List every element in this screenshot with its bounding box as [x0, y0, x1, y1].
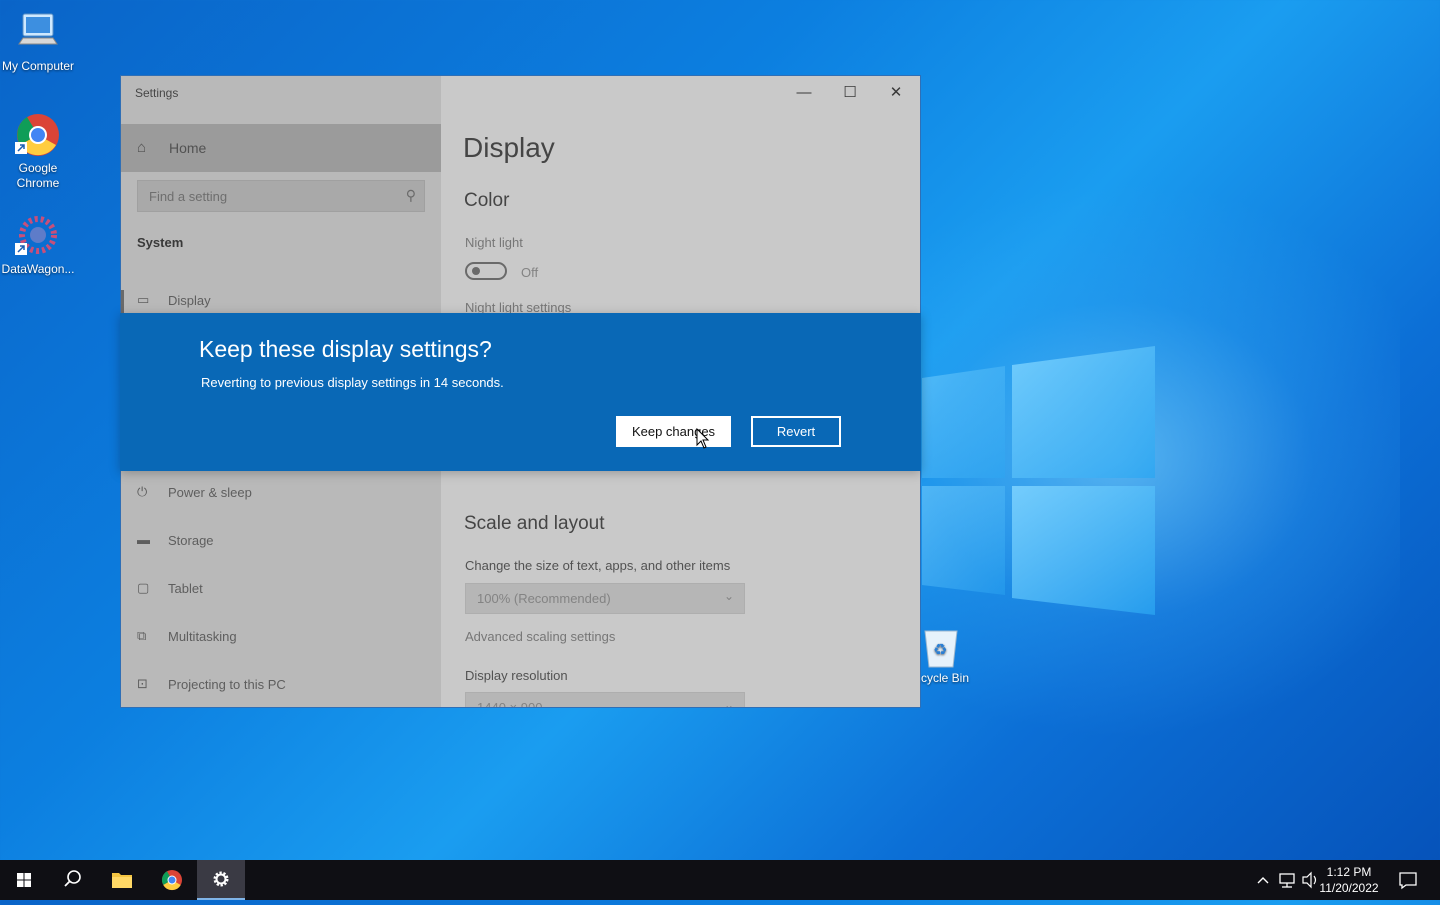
desktop-icon-recycle-bin[interactable]: ♻ cycle Bin — [921, 625, 981, 685]
taskbar-clock[interactable]: 1:12 PM 11/20/2022 — [1314, 864, 1384, 896]
scale-value: 100% (Recommended) — [477, 591, 611, 606]
sidebar-item-tablet[interactable]: ▢ Tablet — [121, 570, 441, 610]
sidebar-section-system: System — [137, 235, 184, 250]
chevron-up-icon — [1257, 877, 1269, 884]
window-title: Settings — [135, 86, 179, 100]
desktop-icon-datawagon[interactable]: DataWagon... — [0, 213, 76, 277]
sidebar-item-label: Storage — [168, 533, 214, 548]
desktop-icon-label: DataWagon... — [1, 262, 75, 276]
keep-changes-button[interactable]: Keep changes — [616, 416, 731, 447]
scale-layout-heading: Scale and layout — [464, 513, 605, 534]
sidebar-item-label: Display — [168, 293, 211, 308]
computer-icon — [15, 10, 61, 56]
windows-start-icon — [17, 873, 31, 887]
network-button[interactable] — [1276, 860, 1298, 900]
storage-icon: ▬ — [137, 532, 150, 547]
gear-icon — [213, 871, 229, 887]
sidebar-item-label: Tablet — [168, 581, 203, 596]
desktop-icon-my-computer[interactable]: My Computer — [0, 10, 76, 74]
sidebar-home[interactable]: ⌂ Home — [121, 124, 441, 172]
toggle-knob — [472, 267, 480, 275]
advanced-scaling-link[interactable]: Advanced scaling settings — [465, 629, 615, 644]
page-title: Display — [463, 132, 555, 163]
windows-logo-wallpaper — [922, 346, 1155, 615]
notification-icon — [1399, 872, 1417, 890]
scale-label: Change the size of text, apps, and other… — [465, 558, 731, 573]
network-icon — [1279, 873, 1295, 888]
resolution-label: Display resolution — [465, 668, 568, 683]
chrome-icon — [161, 870, 182, 891]
taskbar-file-explorer[interactable] — [98, 860, 146, 900]
night-light-toggle[interactable] — [465, 262, 507, 280]
taskbar: 1:12 PM 11/20/2022 — [0, 860, 1440, 900]
resolution-dropdown[interactable]: 1440 × 900 ⌄ — [465, 692, 745, 708]
svg-text:♻: ♻ — [933, 642, 947, 659]
show-hidden-icons-button[interactable] — [1253, 860, 1273, 900]
projecting-icon: ⊡ — [137, 676, 148, 691]
revert-button[interactable]: Revert — [751, 416, 841, 447]
sidebar-item-storage[interactable]: ▬ Storage — [121, 522, 441, 562]
taskbar-settings[interactable] — [197, 860, 245, 900]
taskbar-chrome[interactable] — [148, 860, 196, 900]
minimize-button[interactable]: — — [781, 80, 827, 106]
maximize-button[interactable]: ☐ — [827, 80, 873, 106]
night-light-label: Night light — [465, 235, 523, 250]
power-icon: ⏻ — [137, 484, 148, 499]
chevron-down-icon: ⌄ — [723, 698, 734, 708]
desktop-icon-label: My Computer — [1, 59, 75, 73]
clock-date: 11/20/2022 — [1319, 881, 1379, 895]
mouse-cursor-icon — [696, 428, 710, 449]
sidebar-item-label: Power & sleep — [168, 485, 252, 500]
recycle-bin-icon: ♻ — [924, 630, 958, 668]
resolution-value: 1440 × 900 — [477, 700, 543, 708]
chevron-down-icon: ⌄ — [723, 589, 734, 603]
sidebar-item-projecting[interactable]: ⊡ Projecting to this PC — [121, 666, 441, 706]
taskbar-search-button[interactable] — [48, 860, 96, 900]
night-light-state: Off — [521, 265, 539, 280]
sidebar-item-power-sleep[interactable]: ⏻ Power & sleep — [121, 474, 441, 514]
multitasking-icon: ⧉ — [137, 628, 147, 643]
find-setting-input[interactable]: Find a setting ⚲ — [137, 180, 425, 212]
start-button[interactable] — [0, 860, 48, 900]
sidebar-item-label: Projecting to this PC — [168, 677, 286, 692]
desktop-icon-label: Google Chrome — [16, 161, 60, 190]
scale-dropdown[interactable]: 100% (Recommended) ⌄ — [465, 583, 745, 614]
sidebar-item-label: Multitasking — [168, 629, 237, 644]
color-heading: Color — [464, 190, 510, 211]
dialog-message: Reverting to previous display settings i… — [201, 375, 504, 390]
sidebar-item-multitasking[interactable]: ⧉ Multitasking — [121, 618, 441, 658]
folder-icon — [112, 873, 132, 888]
desktop-icon-google-chrome[interactable]: Google Chrome — [0, 112, 76, 191]
sidebar-home-label: Home — [169, 140, 207, 156]
search-icon — [64, 870, 81, 887]
keep-settings-dialog: Keep these display settings? Reverting t… — [120, 313, 921, 471]
tablet-icon: ▢ — [137, 580, 150, 595]
dialog-question: Keep these display settings? — [199, 336, 492, 362]
search-placeholder: Find a setting — [149, 189, 228, 204]
datawagon-icon — [15, 213, 61, 259]
title-bar[interactable]: Settings — ☐ ✕ — [121, 76, 920, 110]
action-center-button[interactable] — [1394, 860, 1422, 900]
clock-time: 1:12 PM — [1326, 865, 1372, 879]
home-icon: ⌂ — [137, 139, 147, 156]
search-icon: ⚲ — [405, 187, 416, 203]
chrome-icon — [15, 112, 61, 158]
monitor-icon: ▭ — [137, 292, 150, 307]
close-button[interactable]: ✕ — [873, 80, 919, 106]
desktop-icon-label: cycle Bin — [921, 671, 970, 685]
